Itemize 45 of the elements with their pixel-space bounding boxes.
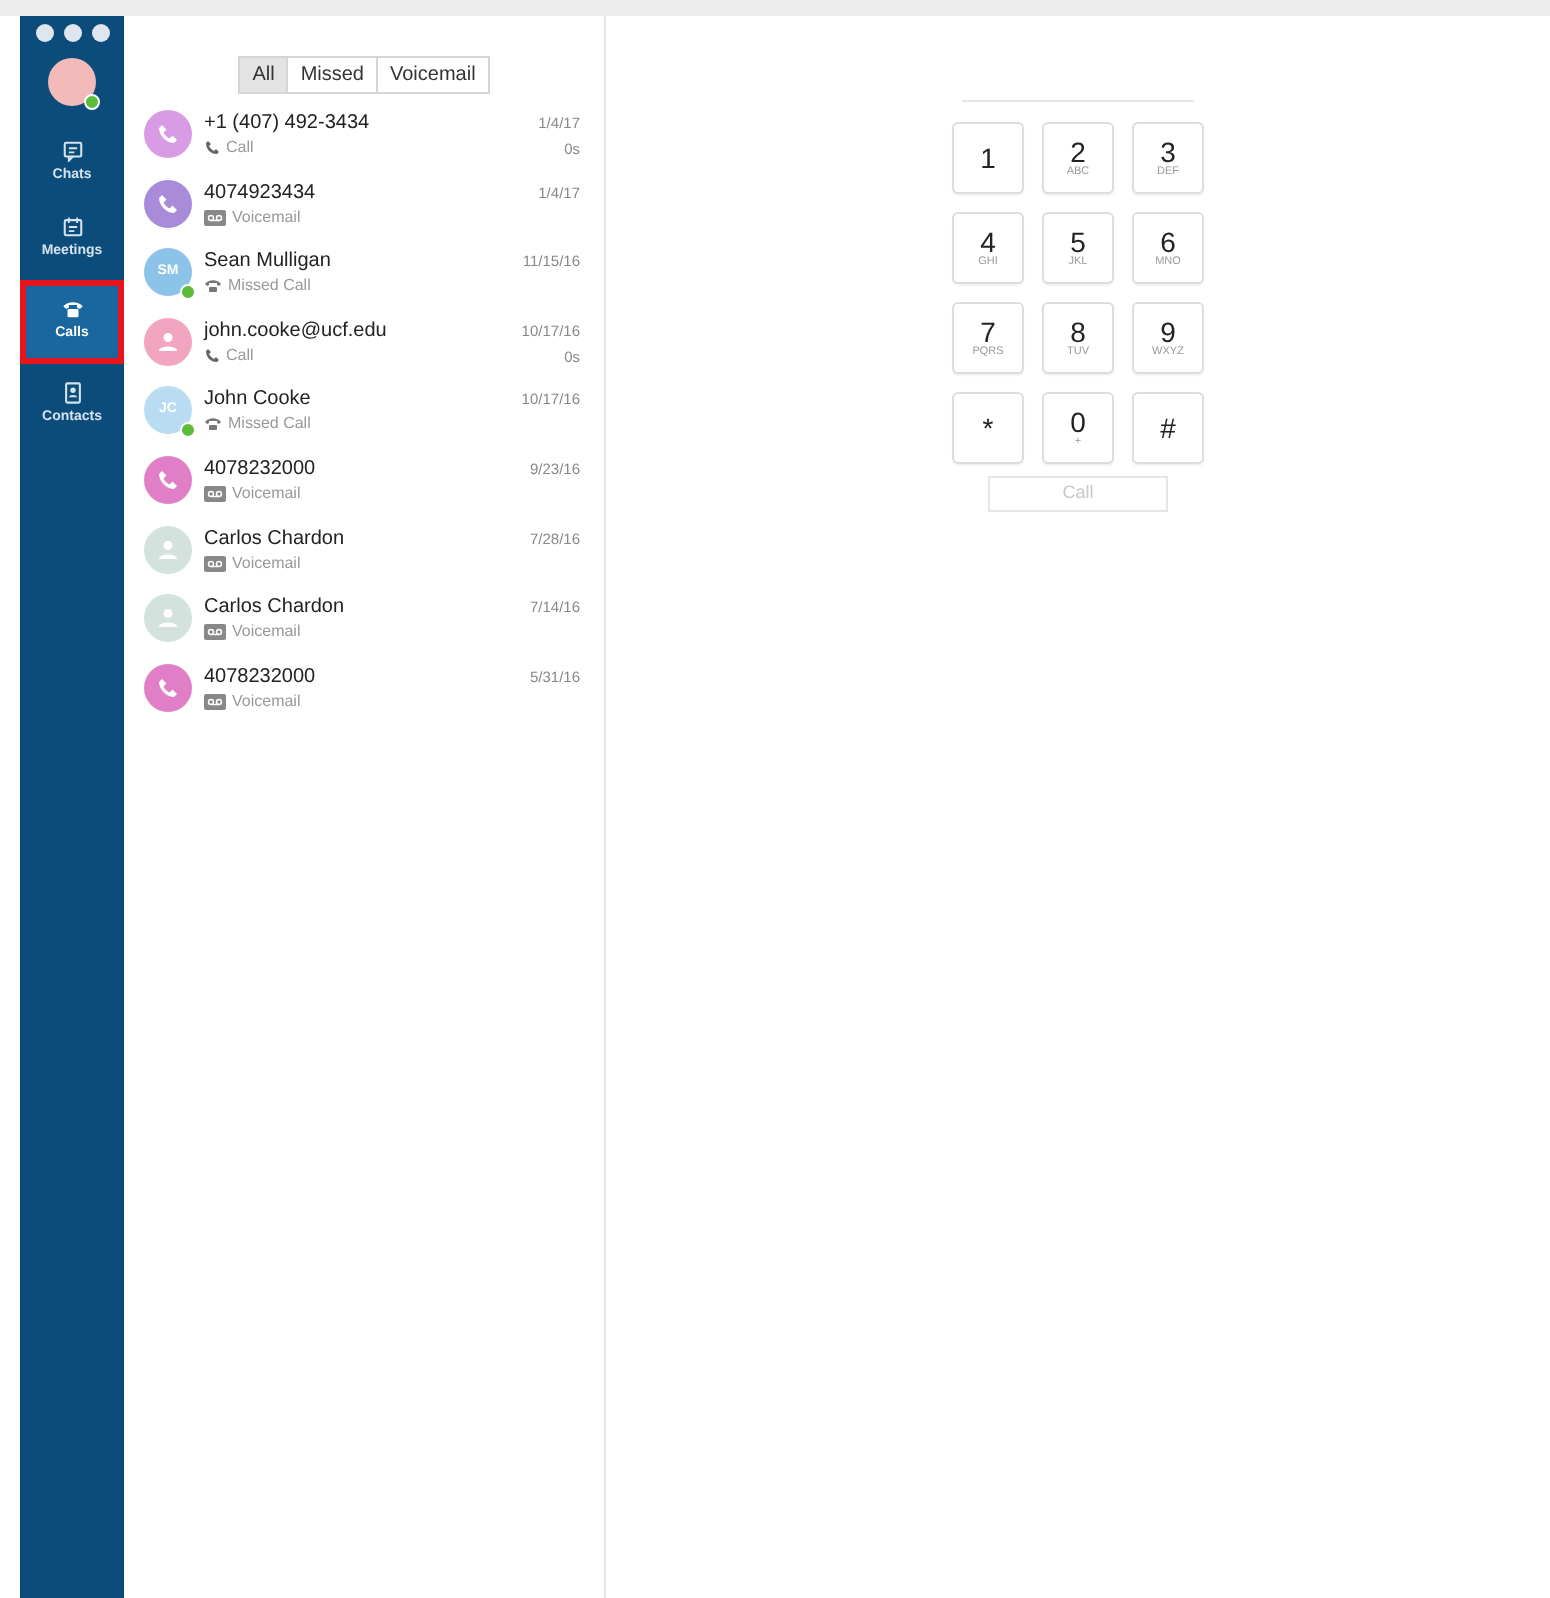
filter-tab[interactable]: Voicemail	[378, 56, 490, 94]
call-type: Call	[226, 343, 254, 368]
phone-icon	[204, 140, 220, 156]
call-type: Voicemail	[232, 205, 301, 230]
filter-tab[interactable]: Missed	[288, 56, 378, 94]
voicemail-icon	[204, 624, 226, 641]
voicemail-icon	[204, 209, 226, 226]
phone-icon	[156, 467, 180, 492]
contact-card-icon	[61, 381, 83, 403]
phone-icon	[204, 347, 220, 364]
voicemail-icon	[204, 555, 226, 572]
call-type: Voicemail	[232, 689, 301, 714]
call-type: Voicemail	[232, 551, 301, 576]
call-type: Voicemail	[232, 481, 301, 506]
calendar-icon	[61, 215, 83, 237]
caller-name: +1 (407) 492-3434	[204, 110, 372, 136]
call-type: Missed Call	[228, 274, 311, 299]
caller-name: 4078232000	[204, 663, 318, 690]
filter-tab[interactable]: All	[238, 56, 289, 94]
chat-icon	[61, 140, 83, 162]
call-type: Call	[226, 136, 254, 160]
caller-name: 4074923434	[204, 179, 318, 206]
phone-icon	[156, 675, 180, 700]
call-type: Missed Call	[228, 412, 311, 437]
phone-icon	[156, 191, 180, 216]
caller-name: 4078232000	[204, 455, 318, 482]
dialpad-key[interactable]: *	[952, 392, 1024, 464]
phone-icon	[61, 298, 83, 320]
voicemail-icon	[204, 485, 226, 502]
call-type: Voicemail	[232, 620, 301, 645]
caller-name: Carlos Chardon	[204, 525, 347, 552]
dialpad-key[interactable]: 1	[952, 122, 1024, 194]
telephone-icon	[204, 278, 222, 295]
telephone-icon	[204, 416, 222, 433]
dialpad-key[interactable]: #	[1132, 392, 1204, 464]
caller-name: Carlos Chardon	[204, 594, 347, 621]
person-icon	[156, 606, 180, 631]
caller-name: John Cooke	[204, 386, 313, 413]
person-icon	[156, 537, 180, 562]
person-icon	[156, 329, 180, 354]
caller-name: john.cooke@ucf.edu	[204, 317, 389, 344]
phone-icon	[156, 122, 180, 146]
voicemail-icon	[204, 693, 226, 710]
caller-name: Sean Mulligan	[204, 248, 333, 275]
user-avatar[interactable]	[48, 58, 96, 106]
